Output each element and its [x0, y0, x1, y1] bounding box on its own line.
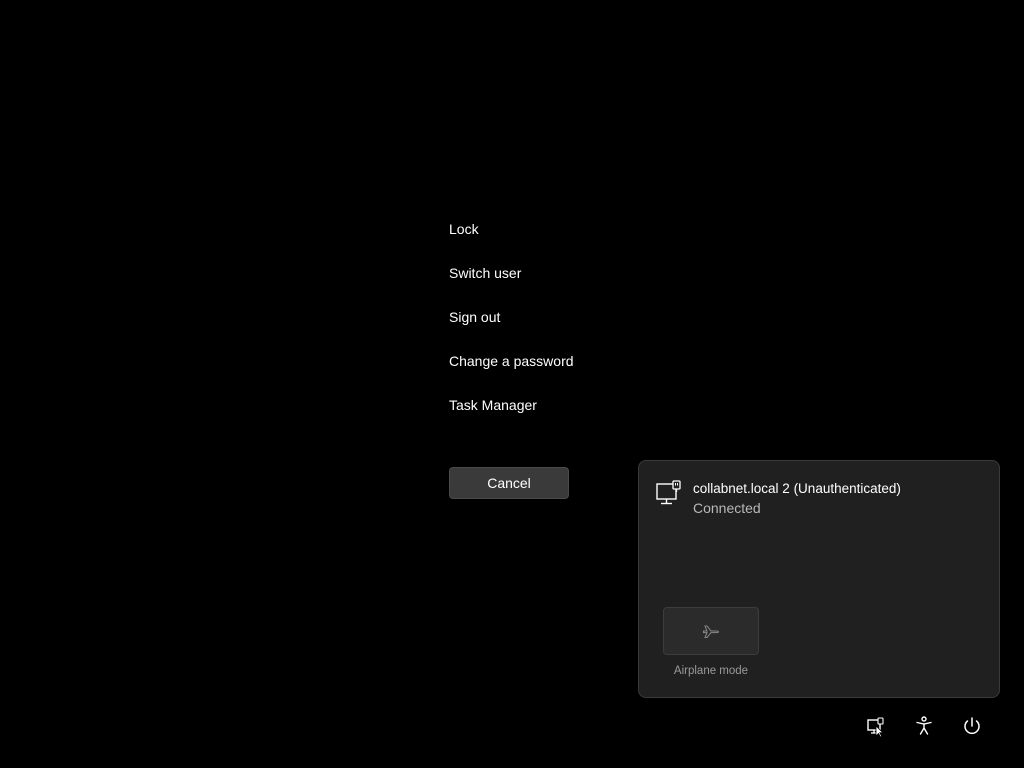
switch-user-option[interactable]: Switch user [449, 262, 649, 284]
network-tray-button[interactable] [864, 714, 888, 738]
accessibility-icon [912, 714, 936, 738]
network-icon [864, 714, 888, 738]
security-options-menu: Lock Switch user Sign out Change a passw… [449, 218, 649, 438]
cancel-button[interactable]: Cancel [449, 467, 569, 499]
network-connection-item[interactable]: collabnet.local 2 (Unauthenticated) Conn… [653, 477, 983, 521]
lock-option[interactable]: Lock [449, 218, 649, 240]
network-flyout: collabnet.local 2 (Unauthenticated) Conn… [638, 460, 1000, 698]
sign-out-option[interactable]: Sign out [449, 306, 649, 328]
power-icon [960, 714, 984, 738]
accessibility-tray-button[interactable] [912, 714, 936, 738]
change-password-option[interactable]: Change a password [449, 350, 649, 372]
network-name: collabnet.local 2 (Unauthenticated) [693, 481, 901, 496]
network-status: Connected [693, 500, 761, 516]
task-manager-option[interactable]: Task Manager [449, 394, 649, 416]
power-tray-button[interactable] [960, 714, 984, 738]
airplane-mode-label: Airplane mode [673, 665, 749, 677]
ethernet-monitor-icon [655, 479, 683, 507]
ctrl-alt-del-screen: Lock Switch user Sign out Change a passw… [0, 0, 1024, 768]
airplane-mode-toggle[interactable] [663, 607, 759, 655]
airplane-icon [702, 622, 720, 640]
